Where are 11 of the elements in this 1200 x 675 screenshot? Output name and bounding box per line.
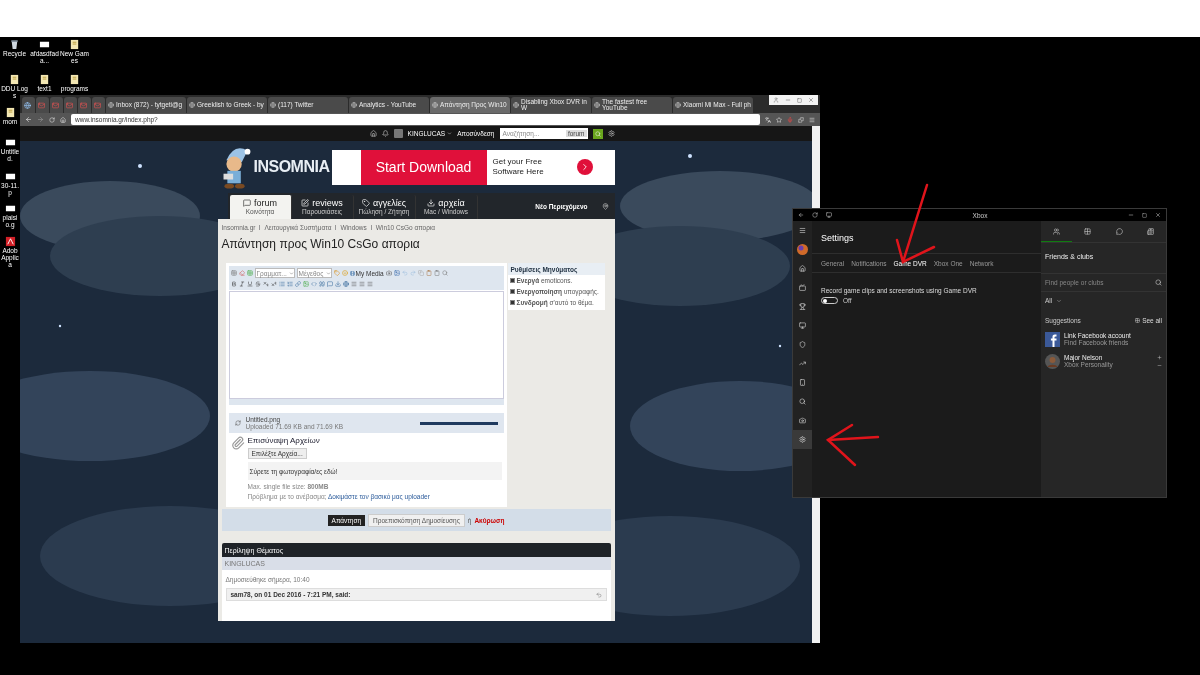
nav-label: forum bbox=[254, 198, 277, 208]
download-button[interactable]: Start Download bbox=[360, 149, 487, 185]
site-logo[interactable]: INSOMNIA bbox=[217, 143, 330, 191]
page-title: Απάντηση προς Win10 CsGo απορια bbox=[221, 237, 421, 251]
nav-label: αγγελίες bbox=[372, 198, 407, 208]
nav-label: reviews bbox=[312, 198, 343, 208]
attach-heading: Επισύναψη Αρχείων bbox=[247, 436, 321, 445]
nav-label: αρχεία bbox=[438, 198, 465, 208]
advertisement[interactable]: Start Download Get your Free Software Here bbox=[331, 149, 615, 185]
ad-text: Get your Free Software Here bbox=[491, 156, 545, 178]
page-heading: Settings bbox=[820, 232, 855, 245]
